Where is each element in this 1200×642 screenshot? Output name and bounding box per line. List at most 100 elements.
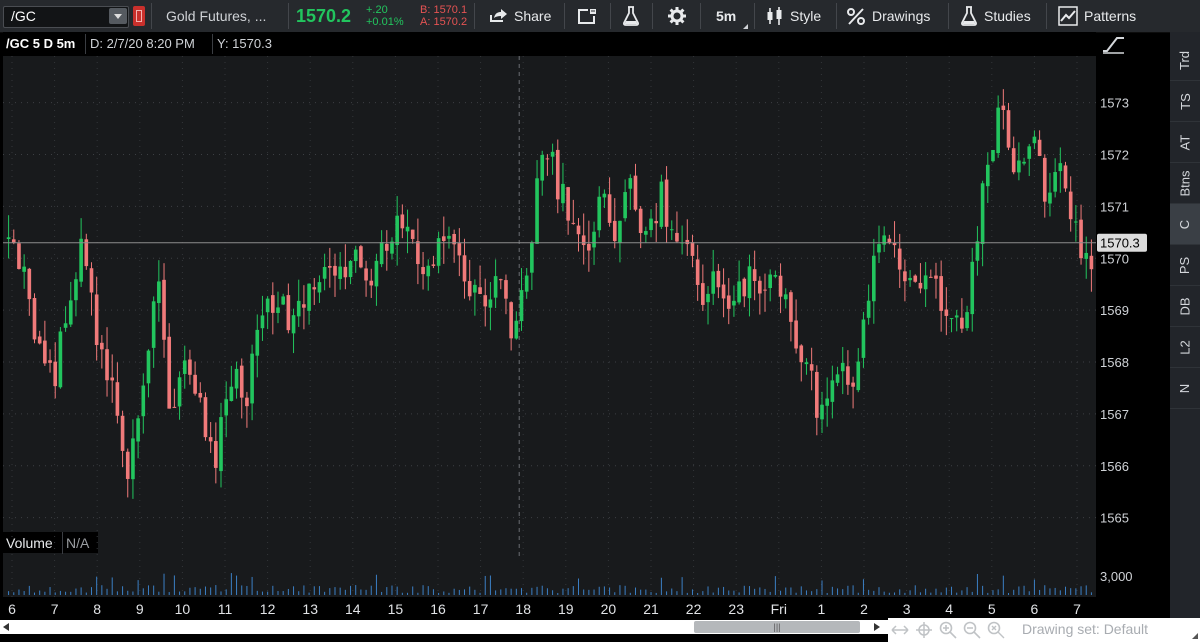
drawings-button[interactable]: Drawings [846, 0, 930, 32]
toolbar-divider [610, 3, 611, 29]
link-icon[interactable] [133, 6, 145, 26]
candle-body [369, 280, 374, 286]
share-button[interactable]: Share [488, 0, 551, 32]
price-tick-label: 1565 [1100, 511, 1129, 526]
volume-bar [277, 591, 279, 595]
volume-bar [738, 592, 740, 595]
volume-bar [666, 591, 668, 595]
price-chart[interactable]: 156515661567156815691570157115721573 678… [0, 32, 1170, 622]
right-tab-ps[interactable]: PS [1170, 245, 1200, 286]
studies-button[interactable]: Studies [960, 0, 1031, 32]
candle-body [493, 276, 498, 298]
toolbar-divider [1046, 3, 1047, 29]
candle-body [675, 232, 679, 242]
volume-bar [458, 589, 460, 595]
volume-bar [334, 587, 336, 595]
zoom-out-icon[interactable] [962, 620, 982, 640]
change-block: +.20 +0.01% [366, 4, 404, 28]
volume-bar [313, 586, 315, 595]
right-tab-label: Btns [1177, 169, 1193, 197]
candle-body [928, 276, 933, 278]
volume-bar [479, 592, 481, 595]
candle-body [701, 283, 705, 305]
toolbar-divider [652, 3, 653, 29]
candle-body [1011, 148, 1016, 173]
right-tab-btns[interactable]: Btns [1170, 163, 1200, 204]
right-tab-ts[interactable]: TS [1170, 81, 1200, 122]
candle-body [327, 266, 332, 268]
volume-bar [432, 589, 434, 595]
volume-bar [158, 591, 160, 595]
candle-body [980, 183, 985, 245]
candle-body [638, 208, 643, 234]
candle-body [322, 266, 327, 279]
symbol-input[interactable]: /GC [3, 6, 129, 28]
scroll-right-arrow-icon[interactable] [874, 623, 880, 631]
flask-button[interactable] [622, 0, 646, 32]
right-tab-n[interactable]: N [1170, 368, 1200, 409]
symbol-dropdown-button[interactable] [109, 8, 127, 24]
notes-button[interactable] [578, 0, 604, 32]
horizontal-scrollbar[interactable]: ||| [0, 620, 888, 634]
candle-body [271, 295, 275, 313]
zoom-reset-icon[interactable] [986, 620, 1006, 640]
volume-bar [163, 573, 165, 595]
price-tick-label: 1570 [1100, 251, 1129, 266]
volume-bar [339, 587, 341, 595]
right-tab-c[interactable]: C [1170, 204, 1200, 245]
volume-bar [256, 590, 258, 595]
candle-body [348, 261, 353, 278]
volume-bar [101, 585, 103, 595]
candle-body [214, 441, 218, 468]
candle-body [1058, 163, 1063, 172]
price-tick-label: 1566 [1100, 459, 1129, 474]
candle-body [923, 275, 928, 290]
volume-bar [111, 577, 113, 595]
right-tab-trd[interactable]: Trd [1170, 40, 1200, 81]
volume-bar [453, 588, 455, 595]
volume-bar [282, 591, 284, 595]
right-tab-db[interactable]: DB [1170, 286, 1200, 327]
volume-bar [251, 576, 253, 595]
candle-body [343, 266, 348, 278]
volume-bar [49, 587, 51, 595]
volume-bar [448, 592, 450, 595]
volume-bar [567, 588, 569, 595]
style-button[interactable]: Style [766, 0, 821, 32]
volume-bar [179, 591, 181, 595]
candle-body [571, 222, 576, 224]
volume-bar [324, 591, 326, 595]
settings-button[interactable] [667, 0, 693, 32]
candle-body [426, 265, 431, 277]
candle [359, 244, 363, 269]
volume-bar [396, 586, 398, 595]
volume-bar [878, 587, 880, 595]
scroll-thumb[interactable]: ||| [694, 621, 860, 633]
scroll-left-arrow-icon[interactable] [3, 623, 9, 631]
volume-bar [1054, 587, 1056, 595]
candle-body [939, 276, 943, 311]
drawing-set-label[interactable]: Drawing set: Default [1022, 621, 1148, 637]
candle-body [908, 277, 912, 281]
volume-bar [44, 591, 46, 595]
expand-horizontal-icon[interactable] [890, 620, 910, 640]
candle-body [783, 294, 788, 300]
time-tick-label: 6 [1031, 601, 1039, 617]
candle-body [447, 235, 451, 239]
right-tab-l2[interactable]: L2 [1170, 327, 1200, 368]
bottom-bar: Drawing set: Default [888, 618, 1200, 642]
price-axis-settings-icon[interactable] [1099, 33, 1129, 55]
candle-body [333, 265, 337, 276]
volume-bar [847, 585, 849, 595]
crosshair-icon[interactable] [914, 620, 934, 640]
drawing-set-dropdown-icon[interactable] [1192, 633, 1198, 639]
candle-body [576, 225, 581, 235]
volume-bar [1013, 589, 1015, 595]
zoom-in-icon[interactable] [938, 620, 958, 640]
volume-bar [391, 585, 393, 595]
notes-icon [578, 7, 597, 24]
right-tab-label: AT [1177, 134, 1193, 150]
timeframe-button[interactable]: 5m [716, 0, 749, 32]
right-tab-at[interactable]: AT [1170, 122, 1200, 163]
patterns-button[interactable]: Patterns [1058, 0, 1136, 32]
